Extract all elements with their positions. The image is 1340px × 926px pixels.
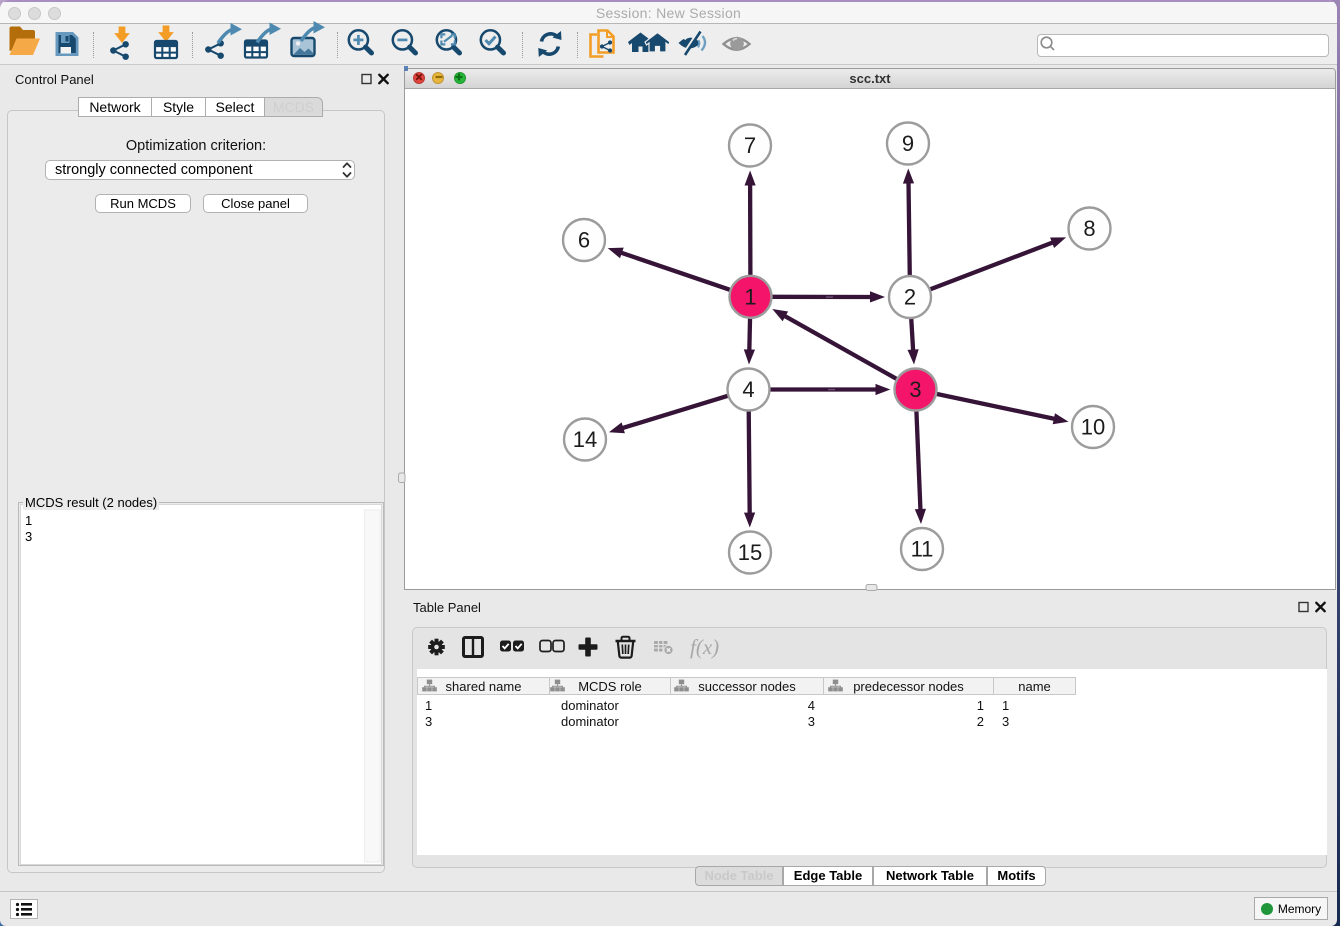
svg-text:14: 14 <box>573 427 597 452</box>
svg-text:1: 1 <box>744 284 756 309</box>
svg-text:10: 10 <box>1081 415 1105 440</box>
svg-text:4: 4 <box>742 377 754 402</box>
svg-text:6: 6 <box>578 228 590 253</box>
svg-text:8: 8 <box>1083 216 1095 241</box>
svg-text:7: 7 <box>744 133 756 158</box>
svg-text:15: 15 <box>738 540 762 565</box>
svg-text:11: 11 <box>911 537 934 562</box>
svg-text:9: 9 <box>902 131 914 156</box>
svg-text:2: 2 <box>904 285 916 310</box>
svg-text:3: 3 <box>909 377 921 402</box>
